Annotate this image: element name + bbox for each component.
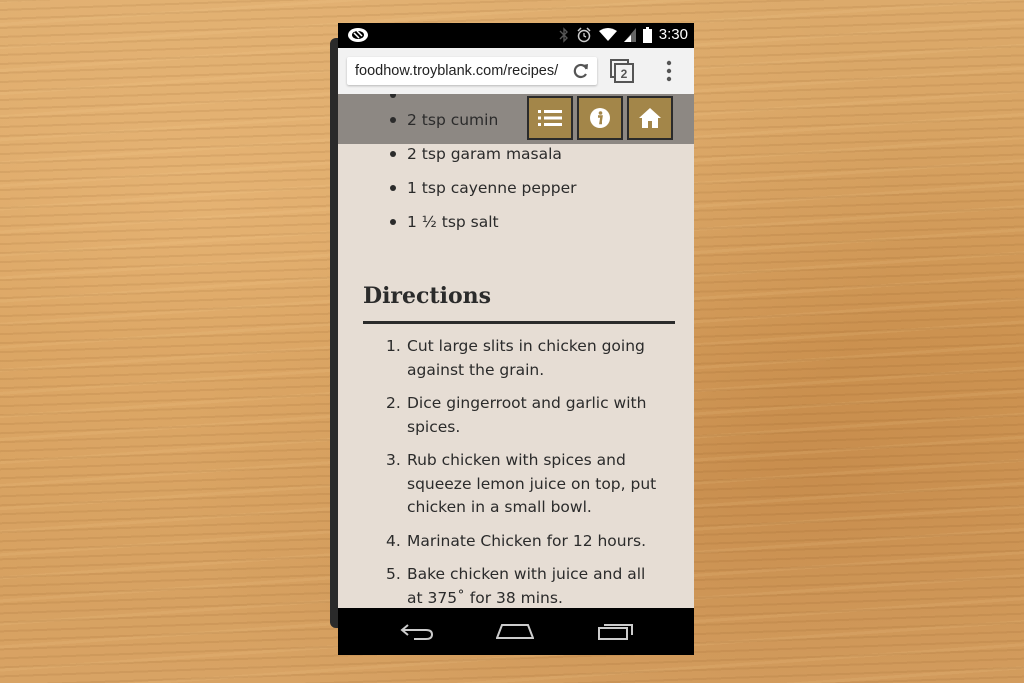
step-text: Cut large slits in chicken going against…	[407, 337, 645, 379]
list-item: 1. Cut large slits in chicken going again…	[338, 335, 694, 382]
list-bullet	[390, 185, 396, 191]
list-button[interactable]	[527, 96, 573, 140]
list-bullet	[390, 151, 396, 157]
recipe-nav-buttons	[527, 96, 673, 140]
ingredient-text: 1 ½ tsp salt	[407, 213, 499, 231]
step-text: Rub chicken with spices and squeeze lemo…	[407, 451, 657, 516]
overflow-menu-icon[interactable]	[664, 59, 674, 83]
info-button[interactable]	[577, 96, 623, 140]
step-number: 5.	[386, 565, 401, 583]
status-time: 3:30	[658, 26, 688, 43]
home-icon	[639, 108, 661, 128]
list-item: 1 tsp cayenne pepper	[338, 179, 694, 213]
system-nav-bar	[338, 608, 694, 655]
back-icon[interactable]	[400, 622, 434, 640]
list-item: 3. Rub chicken with spices and squeeze le…	[338, 449, 694, 520]
url-text[interactable]: foodhow.troyblank.com/recipes/	[355, 63, 563, 79]
ingredient-text: 2 tsp cumin	[407, 111, 499, 129]
ingredient-text: 2 tsp garam masala	[407, 145, 562, 163]
app-notification-icon	[348, 28, 368, 42]
browser-toolbar: foodhow.troyblank.com/recipes/ 2	[338, 48, 694, 95]
home-button[interactable]	[627, 96, 673, 140]
step-text: Dice gingerroot and garlic with spices.	[407, 394, 647, 436]
wifi-icon	[598, 27, 617, 41]
bluetooth-icon	[559, 26, 568, 43]
step-number: 2.	[386, 394, 401, 412]
step-text: Marinate Chicken for 12 hours.	[407, 531, 646, 550]
directions-list: 1. Cut large slits in chicken going again…	[338, 335, 694, 608]
status-bar: 3:30	[338, 23, 694, 48]
recent-apps-icon[interactable]	[598, 622, 634, 640]
tab-count: 2	[621, 67, 628, 81]
phone-screen: 3:30 foodhow.troyblank.com/recipes/ 2 2 …	[338, 23, 694, 655]
list-bullet	[390, 219, 396, 225]
url-field[interactable]: foodhow.troyblank.com/recipes/	[347, 57, 597, 85]
list-item: 4. Marinate Chicken for 12 hours.	[338, 530, 694, 554]
heading-divider	[363, 321, 675, 324]
info-icon	[590, 108, 610, 128]
list-item: 1 ½ tsp salt	[338, 213, 694, 247]
list-item: 2 tsp garam masala	[338, 145, 694, 179]
signal-icon	[623, 27, 636, 42]
tabs-icon[interactable]: 2	[610, 59, 634, 83]
home-nav-icon[interactable]	[496, 622, 534, 640]
list-bullet	[390, 117, 396, 123]
list-item: 5. Bake chicken with juice and all at 375…	[338, 563, 694, 608]
step-number: 1.	[386, 337, 401, 355]
directions-heading: Directions	[363, 283, 491, 309]
ingredient-text: 1 tsp cayenne pepper	[407, 179, 577, 197]
step-text: Bake chicken with juice and all at 375˚ …	[407, 565, 646, 607]
list-icon	[538, 110, 562, 126]
battery-icon	[642, 26, 652, 43]
page-content: 2 tsp cumin 2 tsp garam masala 1 tsp cay…	[338, 94, 694, 608]
step-number: 3.	[386, 451, 401, 469]
step-number: 4.	[386, 531, 401, 550]
list-item: 2. Dice gingerroot and garlic with spices…	[338, 392, 694, 439]
alarm-icon	[577, 26, 591, 42]
reload-icon[interactable]	[571, 61, 591, 81]
